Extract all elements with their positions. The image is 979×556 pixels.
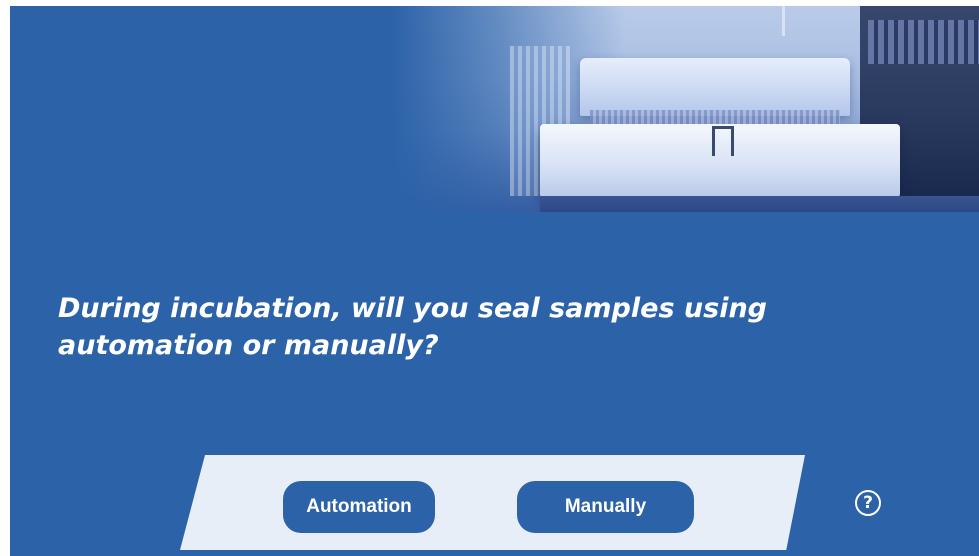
help-icon[interactable]: ? [855, 490, 881, 516]
help-icon-glyph: ? [863, 493, 873, 513]
answer-panel [180, 455, 805, 550]
question-text: During incubation, will you seal samples… [58, 293, 768, 361]
manually-button[interactable]: Manually [517, 481, 694, 533]
automation-button[interactable]: Automation [283, 481, 435, 533]
hero-image [390, 6, 979, 212]
